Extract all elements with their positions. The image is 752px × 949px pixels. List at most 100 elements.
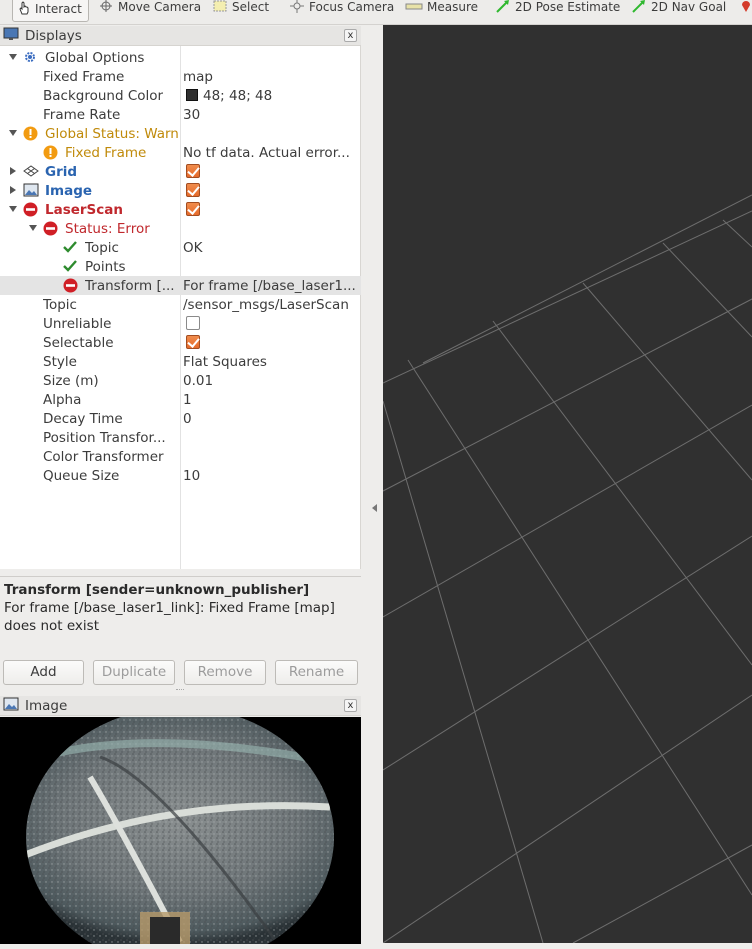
duplicate-button[interactable]: Duplicate [93, 660, 175, 685]
map-pin-icon [740, 0, 752, 16]
tree-label: Background Color [43, 87, 164, 104]
tree-row-frame-rate[interactable]: Frame Rate 30 [0, 105, 361, 124]
grid-enabled-checkbox[interactable] [186, 164, 200, 178]
tree-row-points-status[interactable]: Points [0, 257, 361, 276]
tree-value[interactable]: 30 [183, 107, 358, 123]
image-icon [23, 183, 39, 201]
tree-row-grid[interactable]: Grid [0, 162, 361, 181]
unreliable-checkbox[interactable] [186, 316, 200, 330]
fisheye-camera-image [0, 717, 361, 944]
tree-row-size[interactable]: Size (m) 0.01 [0, 371, 361, 390]
tree-label: Transform [... [85, 277, 175, 294]
tree-value[interactable]: 10 [183, 468, 358, 484]
expand-arrow-icon[interactable] [9, 130, 17, 136]
tree-label: Points [85, 258, 126, 275]
grid-icon [23, 165, 39, 181]
tree-row-fixed-frame-warning[interactable]: Fixed Frame No tf data. Actual error... [0, 143, 361, 162]
remove-button[interactable]: Remove [184, 660, 266, 685]
tree-row-global-status[interactable]: Global Status: Warn [0, 124, 361, 143]
tree-row-position-transformer[interactable]: Position Transfor... [0, 428, 361, 447]
2d-pose-estimate-label: 2D Pose Estimate [515, 0, 621, 14]
tree-label: Alpha [43, 391, 82, 408]
main-splitter[interactable] [362, 25, 383, 949]
tree-row-queue-size[interactable]: Queue Size 10 [0, 466, 361, 485]
tree-label: Style [43, 353, 77, 370]
interact-tool-button[interactable]: Interact [12, 0, 89, 22]
move-camera-tool-button[interactable]: Move Camera [98, 0, 201, 20]
tree-value[interactable]: 1 [183, 392, 358, 408]
tree-value: For frame [/base_laser1... [183, 277, 356, 294]
tree-row-unreliable[interactable]: Unreliable [0, 314, 361, 333]
2d-nav-goal-tool-button[interactable]: 2D Nav Goal [631, 0, 726, 20]
expand-arrow-icon[interactable] [10, 186, 16, 194]
green-arrow-icon [631, 0, 647, 16]
tree-row-fixed-frame[interactable]: Fixed Frame map [0, 67, 361, 86]
tools-toolbar: Interact Move Camera Select Focus Camera… [0, 0, 752, 25]
tree-label: Size (m) [43, 372, 99, 389]
add-button[interactable]: Add [3, 660, 84, 685]
laserscan-enabled-checkbox[interactable] [186, 202, 200, 216]
tree-value[interactable]: 0 [183, 411, 358, 427]
tree-value[interactable]: 48; 48; 48 [203, 88, 378, 104]
tree-row-selectable[interactable]: Selectable [0, 333, 361, 352]
close-image-panel-button[interactable]: x [344, 699, 357, 712]
close-displays-panel-button[interactable]: x [344, 29, 357, 42]
tree-row-global-options[interactable]: Global Options [0, 48, 361, 67]
tree-value[interactable]: /sensor_msgs/LaserScan [183, 297, 358, 313]
tree-value[interactable]: 0.01 [183, 373, 358, 389]
tree-row-color-transformer[interactable]: Color Transformer [0, 447, 361, 466]
tree-row-status-error[interactable]: Status: Error [0, 219, 361, 238]
expand-arrow-icon[interactable] [9, 206, 17, 212]
selectable-checkbox[interactable] [186, 335, 200, 349]
expand-arrow-icon[interactable] [9, 54, 17, 60]
tree-row-transform-status[interactable]: Transform [... For frame [/base_laser1..… [0, 276, 361, 295]
focus-camera-icon [289, 0, 305, 16]
tree-value[interactable]: map [183, 69, 358, 85]
tree-label: Global Status: Warn [45, 125, 179, 142]
tree-label: Grid [45, 163, 78, 180]
expand-arrow-icon[interactable] [29, 225, 37, 231]
image-icon [3, 697, 19, 715]
tree-label: Position Transfor... [43, 429, 166, 446]
image-enabled-checkbox[interactable] [186, 183, 200, 197]
tree-row-style[interactable]: Style Flat Squares [0, 352, 361, 371]
tree-label: Queue Size [43, 467, 120, 484]
gear-icon [23, 50, 37, 68]
tree-value: OK [183, 239, 203, 256]
measure-label: Measure [427, 0, 478, 14]
color-swatch[interactable] [186, 89, 198, 101]
focus-camera-tool-button[interactable]: Focus Camera [289, 0, 394, 20]
move-camera-label: Move Camera [118, 0, 202, 14]
2d-pose-estimate-tool-button[interactable]: 2D Pose Estimate [495, 0, 620, 20]
tree-row-laserscan[interactable]: LaserScan [0, 200, 361, 219]
tree-label: Fixed Frame [43, 68, 125, 85]
checkmark-icon [63, 259, 77, 277]
image-panel-title: Image [25, 697, 68, 714]
tree-row-image[interactable]: Image [0, 181, 361, 200]
tree-label: LaserScan [45, 201, 124, 218]
tree-label: Status: Error [65, 220, 150, 237]
3d-render-viewport[interactable] [383, 25, 752, 943]
hand-cursor-icon [17, 0, 31, 18]
panel-splitter-handle[interactable] [176, 689, 184, 693]
expand-arrow-icon[interactable] [10, 167, 16, 175]
publish-point-tool-button[interactable] [740, 0, 752, 20]
collapse-arrow-icon[interactable] [372, 504, 377, 512]
tree-label: Decay Time [43, 410, 123, 427]
displays-panel-title: Displays [25, 27, 82, 44]
tree-row-alpha[interactable]: Alpha 1 [0, 390, 361, 409]
tree-row-topic-status[interactable]: Topic OK [0, 238, 361, 257]
tree-label: Global Options [45, 49, 145, 66]
tree-label: Selectable [43, 334, 114, 351]
select-tool-button[interactable]: Select [212, 0, 269, 20]
tree-row-decay-time[interactable]: Decay Time 0 [0, 409, 361, 428]
tree-row-background-color[interactable]: Background Color 48; 48; 48 [0, 86, 361, 105]
tree-value[interactable]: Flat Squares [183, 354, 358, 370]
green-arrow-icon [495, 0, 511, 16]
measure-tool-button[interactable]: Measure [405, 0, 478, 20]
tree-label: Color Transformer [43, 448, 164, 465]
rename-button[interactable]: Rename [275, 660, 358, 685]
tree-row-topic[interactable]: Topic /sensor_msgs/LaserScan [0, 295, 361, 314]
tree-label: Topic [85, 239, 119, 256]
tree-label: Topic [43, 296, 77, 313]
